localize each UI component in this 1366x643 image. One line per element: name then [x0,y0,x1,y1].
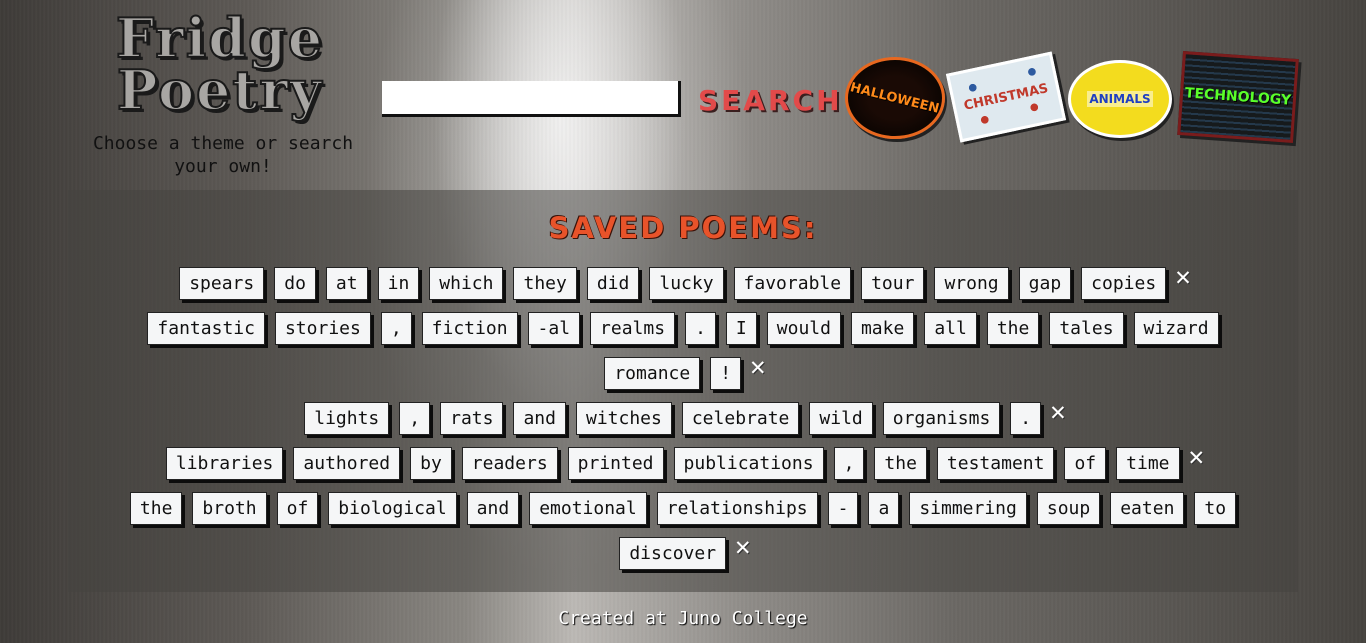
word-magnet: authored [293,447,401,480]
theme-animals-button[interactable]: ANIMALS [1068,60,1172,138]
word-magnet: wild [809,402,873,435]
word-magnet: tales [1049,312,1124,345]
word-magnet: wizard [1133,312,1219,345]
word-magnet: lights [304,402,390,435]
word-magnet: by [410,447,452,480]
word-magnet: -al [527,312,581,345]
theme-technology-button[interactable]: TECHNOLOGY [1177,51,1299,143]
word-magnet: soup [1036,492,1101,525]
word-magnet: of [276,492,319,525]
word-magnet: tour [861,267,925,300]
word-magnet: the [874,447,927,480]
word-magnet: emotional [529,492,647,525]
word-magnet: . [1010,402,1042,435]
poem-line: spears do at in which they did lucky favorable to… [70,261,1296,306]
word-magnet: witches [575,402,672,435]
word-magnet: a [868,492,900,525]
word-magnet: of [1064,447,1107,480]
word-magnet: wrong [934,267,1009,300]
word-magnet: and [466,492,520,525]
word-magnet: , [833,447,865,480]
word-magnet: realms [590,312,676,345]
word-magnet: simmering [909,492,1027,525]
word-magnet: which [429,267,504,300]
logo-title-line2: Poetry [116,58,324,122]
word-magnet: broth [192,492,267,525]
footer-credit: Created at Juno College [558,608,808,629]
site-logo: Fridge Poetry [100,6,340,122]
word-magnet: - [827,492,859,525]
theme-halloween-label: HALLOWEEN [848,79,941,117]
word-magnet: , [380,312,412,345]
word-magnet: organisms [882,402,1001,435]
poem-line: libraries authored by readers printed publica… [70,441,1296,486]
delete-poem-icon[interactable]: ✕ [749,356,767,380]
word-magnet: do [274,267,316,300]
search-input[interactable] [382,81,681,117]
theme-animals-label: ANIMALS [1087,91,1153,107]
word-magnet: time [1116,447,1180,480]
saved-poems-list: spears do at in which they did lucky favorable to… [70,261,1296,576]
tagline: Choose a theme or search your own! [92,133,354,177]
poem-line: lights, rats and witches celebrate wild organi… [70,396,1296,441]
delete-poem-icon[interactable]: ✕ [1174,266,1192,290]
word-magnet: celebrate [681,402,800,435]
word-magnet: fantastic [147,312,265,345]
word-magnet: gap [1018,267,1072,300]
word-magnet: stories [274,312,371,345]
word-magnet: I [725,312,757,345]
word-magnet: fiction [421,312,518,345]
theme-halloween-button[interactable]: HALLOWEEN [845,57,945,139]
theme-christmas-label: CHRISTMAS [962,80,1050,114]
word-magnet: make [850,312,915,345]
word-magnet: , [399,402,431,435]
saved-poems-title: SAVED POEMS: [548,211,818,245]
word-magnet: favorable [733,267,852,300]
delete-poem-icon[interactable]: ✕ [1049,401,1067,425]
word-magnet: relationships [656,492,818,525]
theme-technology-label: TECHNOLOGY [1184,85,1292,109]
word-magnet: ! [710,357,742,390]
word-magnet: readers [461,447,558,480]
word-magnet: romance [604,357,701,390]
word-magnet: the [986,312,1040,345]
word-magnet: did [586,267,640,300]
word-magnet: they [513,267,577,300]
logo-title-line1: Fridge [115,6,325,70]
word-magnet: libraries [165,447,284,480]
word-magnet: eaten [1110,492,1185,525]
word-magnet: at [325,267,368,300]
poem-line: discover ✕ [70,531,1296,576]
word-magnet: publications [673,447,824,480]
theme-christmas-button[interactable]: CHRISTMAS [945,51,1067,143]
word-magnet: biological [328,492,457,525]
delete-poem-icon[interactable]: ✕ [734,536,752,560]
word-magnet: spears [179,267,265,300]
word-magnet: copies [1081,267,1167,300]
poem-line: the broth of biological and emotional relation… [70,486,1296,531]
word-magnet: all [924,312,977,345]
poem-line: romance! ✕ [70,351,1296,396]
word-magnet: discover [619,537,727,570]
search-button[interactable]: SEARCH [698,80,843,120]
word-magnet: to [1194,492,1237,525]
word-magnet: the [129,492,183,525]
poem-line: fantastic stories, fiction -al realms. Iwould… [70,306,1296,351]
word-magnet: in [377,267,420,300]
word-magnet: . [685,312,716,345]
word-magnet: rats [440,402,504,435]
word-magnet: printed [567,447,664,480]
word-magnet: and [513,402,566,435]
word-magnet: lucky [649,267,724,300]
word-magnet: testament [936,447,1055,480]
delete-poem-icon[interactable]: ✕ [1188,446,1206,470]
word-magnet: would [766,312,841,345]
